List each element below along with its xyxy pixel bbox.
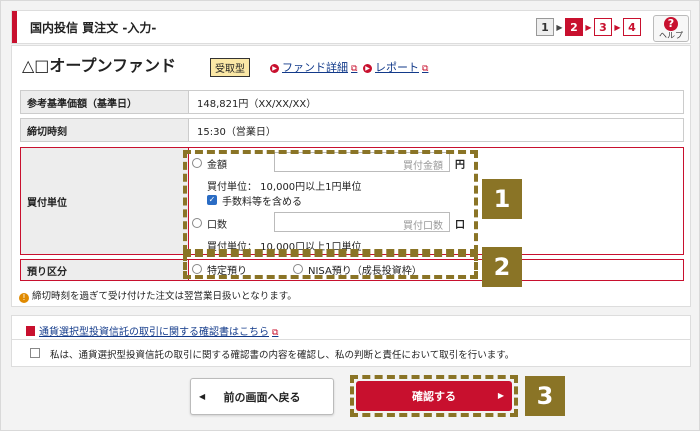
callout-frame-1	[183, 150, 478, 253]
step-arrow-icon: ▶	[614, 22, 621, 32]
step-3: 3	[594, 18, 612, 36]
back-button[interactable]: ◀ 前の画面へ戻る	[190, 378, 334, 415]
fund-name: △□オープンファンド	[22, 56, 176, 75]
link-bullet-icon: ▶	[363, 64, 372, 73]
warning-icon: !	[19, 293, 29, 303]
cutoff-time-value: 15:30（営業日）	[197, 126, 276, 138]
callout-badge-3: 3	[525, 376, 565, 416]
fund-type-badge: 受取型	[210, 58, 250, 77]
agree-checkbox[interactable]	[30, 348, 40, 358]
link-bullet-icon: ▶	[270, 64, 279, 73]
step-4: 4	[623, 18, 641, 36]
step-indicator: 1 ▶ 2 ▶ 3 ▶ 4	[536, 17, 641, 37]
page-header: 国内投信 買注文 -入力- 1 ▶ 2 ▶ 3 ▶ 4 ? ヘルプ	[11, 10, 691, 44]
agree-label: 私は、通貨選択型投資信託の取引に関する確認書の内容を確認し、私の判断と責任におい…	[50, 350, 515, 361]
step-1: 1	[536, 18, 554, 36]
reference-price-row: 参考基準価額（基準日） 148,821円（XX/XX/XX）	[20, 90, 684, 114]
cutoff-time-label: 締切時刻	[21, 119, 189, 141]
help-icon: ?	[664, 17, 678, 31]
cutoff-note: ! 締切時刻を過ぎて受け付けた注文は翌営業日扱いとなります。	[19, 288, 297, 303]
callout-badge-2: 2	[482, 247, 522, 287]
external-link-icon: ⧉	[422, 64, 429, 74]
confirm-button[interactable]: 確認する ▶	[356, 381, 512, 411]
help-label: ヘルプ	[659, 31, 683, 40]
step-2: 2	[565, 18, 583, 36]
page-title: 国内投信 買注文 -入力-	[30, 21, 157, 35]
confirmation-document-link[interactable]: 通貨選択型投資信託の取引に関する確認書はこちら ⧉	[26, 323, 278, 338]
fund-detail-link[interactable]: ▶ ファンド詳細 ⧉	[270, 59, 357, 75]
report-link[interactable]: ▶ レポート ⧉	[363, 59, 428, 75]
divider	[12, 339, 690, 340]
step-arrow-icon: ▶	[585, 22, 592, 32]
callout-frame-2	[183, 253, 478, 279]
header-accent-bar	[12, 11, 17, 43]
pdf-icon	[26, 326, 35, 336]
callout-badge-1: 1	[482, 179, 522, 219]
reference-price-label: 参考基準価額（基準日）	[21, 91, 189, 113]
deposit-type-label: 預り区分	[21, 260, 189, 280]
purchase-unit-label: 買付単位	[21, 148, 189, 254]
chevron-right-icon: ▶	[497, 391, 504, 400]
step-arrow-icon: ▶	[556, 22, 563, 32]
external-link-icon: ⧉	[351, 64, 358, 74]
reference-price-value: 148,821円（XX/XX/XX）	[197, 98, 317, 110]
chevron-left-icon: ◀	[199, 392, 206, 401]
order-page: 国内投信 買注文 -入力- 1 ▶ 2 ▶ 3 ▶ 4 ? ヘルプ △□オープン…	[0, 0, 700, 431]
confirmation-panel: 通貨選択型投資信託の取引に関する確認書はこちら ⧉ 私は、通貨選択型投資信託の取引…	[11, 315, 691, 367]
help-button[interactable]: ? ヘルプ	[653, 15, 689, 42]
external-link-icon: ⧉	[272, 328, 279, 338]
cutoff-time-row: 締切時刻 15:30（営業日）	[20, 118, 684, 142]
